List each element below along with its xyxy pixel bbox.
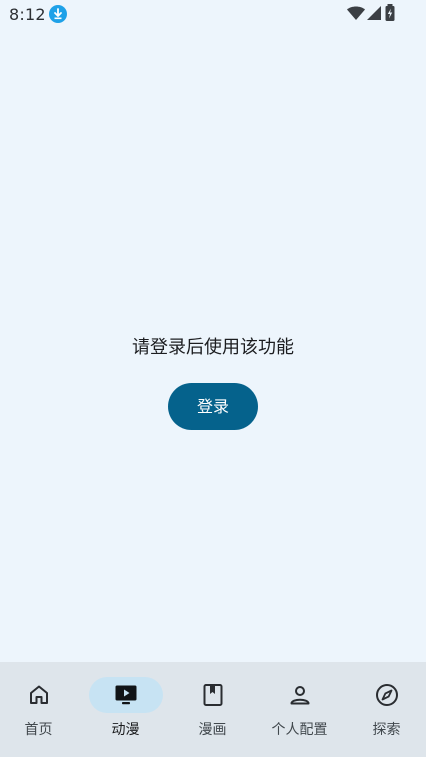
main-content: 请登录后使用该功能 登录 [0,28,426,662]
signal-icon [367,6,381,20]
status-time: 8:12 [9,5,46,24]
nav-label-explore: 探索 [372,722,401,738]
nav-label-home: 首页 [24,722,53,738]
wifi-icon [347,6,365,20]
home-icon [29,685,48,704]
nav-label-comics: 漫画 [198,722,227,738]
person-icon [290,686,309,705]
download-notification-icon [49,5,67,23]
bottom-navigation-bar: 首页 动漫 漫画 个人配置 探索 [0,662,426,757]
login-prompt-text: 请登录后使用该功能 [132,337,294,358]
nav-item-explore[interactable]: 探索 [344,662,426,757]
battery-charging-icon [385,4,395,21]
status-bar: 8:12 [0,0,426,28]
book-icon [203,684,222,706]
tv-play-icon [115,685,136,705]
compass-icon [375,684,398,706]
nav-item-profile-settings[interactable]: 个人配置 [257,662,342,757]
nav-label-anime: 动漫 [111,722,140,738]
nav-item-comics[interactable]: 漫画 [170,662,255,757]
nav-label-profile-settings: 个人配置 [271,722,328,738]
nav-item-home[interactable]: 首页 [0,662,81,757]
nav-item-anime[interactable]: 动漫 [83,662,168,757]
login-button[interactable]: 登录 [168,383,258,430]
